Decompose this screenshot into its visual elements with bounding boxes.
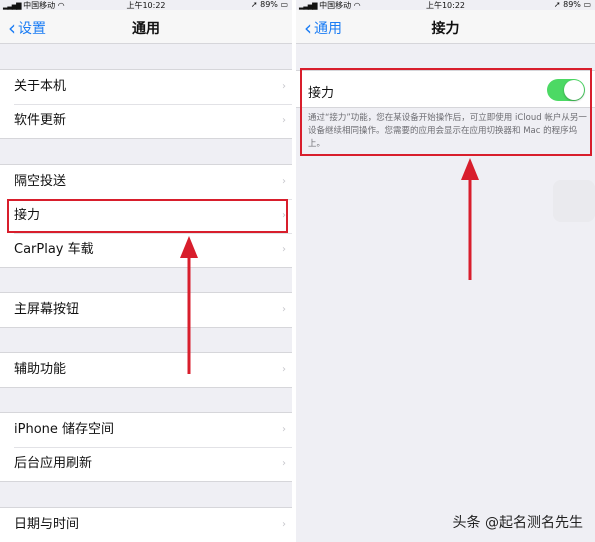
chevron-right-icon: › [282, 81, 286, 92]
assistive-touch-button[interactable] [553, 180, 595, 222]
settings-item-background-refresh[interactable]: 后台应用刷新 › [0, 447, 292, 481]
chevron-right-icon: › [282, 244, 286, 255]
general-settings-screen: ▂▃▅▇ 中国移动 ◠ 上午10:22 ➚ 89% ▭ ‹ 设置 通用 关于本机 ›… [0, 0, 292, 542]
settings-group: 辅助功能 › [0, 352, 292, 388]
settings-group: 主屏幕按钮 › [0, 292, 292, 328]
chevron-right-icon: › [282, 519, 286, 530]
red-arrow-icon [180, 236, 198, 374]
chevron-right-icon: › [282, 304, 286, 315]
battery-label: 89% [260, 0, 278, 9]
settings-item-airdrop[interactable]: 隔空投送 › [0, 165, 292, 199]
settings-group: 日期与时间 › [0, 507, 292, 542]
settings-item-home-button[interactable]: 主屏幕按钮 › [0, 293, 292, 327]
highlight-box [7, 199, 288, 233]
settings-item-about[interactable]: 关于本机 › [0, 70, 292, 104]
battery-label: 89% [563, 0, 581, 9]
page-title: 通用 [132, 21, 160, 37]
status-bar: ▂▃▅▇ 中国移动 ◠ 上午10:22 ➚ 89% ▭ [0, 0, 292, 10]
chevron-right-icon: › [282, 424, 286, 435]
settings-group: iPhone 储存空间 › 后台应用刷新 › [0, 412, 292, 482]
battery-icon: ▭ [583, 0, 591, 9]
nav-bar: ‹ 设置 通用 [0, 10, 292, 44]
chevron-right-icon: › [282, 115, 286, 126]
settings-item-accessibility[interactable]: 辅助功能 › [0, 353, 292, 387]
chevron-right-icon: › [282, 176, 286, 187]
nav-bar: ‹ 通用 接力 [296, 10, 595, 44]
settings-item-storage[interactable]: iPhone 储存空间 › [0, 413, 292, 447]
handoff-settings-screen: ▂▃▅▇ 中国移动 ◠ 上午10:22 ➚ 89% ▭ ‹ 通用 接力 接力 通过… [296, 0, 595, 542]
status-bar: ▂▃▅▇ 中国移动 ◠ 上午10:22 ➚ 89% ▭ [296, 0, 595, 10]
settings-item-date-time[interactable]: 日期与时间 › [0, 508, 292, 542]
settings-item-software-update[interactable]: 软件更新 › [0, 104, 292, 138]
location-icon: ➚ [250, 0, 258, 9]
battery-icon: ▭ [280, 0, 288, 9]
settings-item-carplay[interactable]: CarPlay 车载 › [0, 233, 292, 267]
chevron-right-icon: › [282, 458, 286, 469]
highlight-box [300, 68, 592, 156]
chevron-right-icon: › [282, 364, 286, 375]
settings-group: 关于本机 › 软件更新 › [0, 69, 292, 139]
red-arrow-icon [461, 158, 479, 280]
watermark: 头条 @起名测名先生 [452, 515, 583, 531]
location-icon: ➚ [553, 0, 561, 9]
page-title: 接力 [431, 21, 460, 37]
